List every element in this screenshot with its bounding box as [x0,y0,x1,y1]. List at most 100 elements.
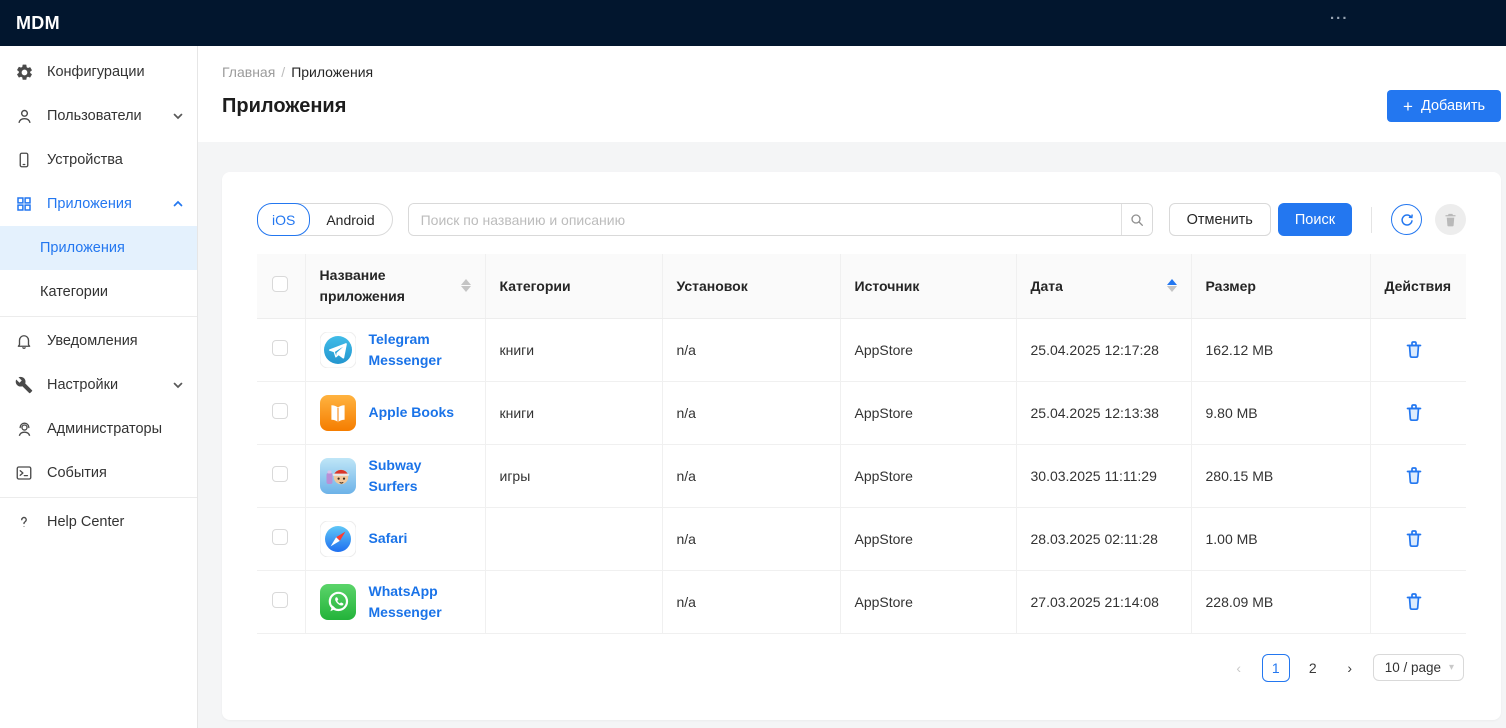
sidebar-subitem-label: Приложения [40,240,125,256]
page-number-1[interactable]: 1 [1262,654,1290,682]
column-header-source: Источник [840,254,1016,318]
sidebar-item-applications[interactable]: Приложения [0,182,197,226]
app-name-link[interactable]: Telegram Messenger [369,329,471,371]
cell-installs: n/a [662,570,840,633]
cell-source: AppStore [840,507,1016,570]
cell-category: книги [485,381,662,444]
sidebar-divider [0,497,197,498]
breadcrumb: Главная/Приложения [222,64,1501,80]
column-header-label: Название приложения [320,265,430,306]
column-header-date[interactable]: Дата [1016,254,1191,318]
table-row: Apple Books книги n/a AppStore 25.04.202… [257,381,1466,444]
sidebar-item-devices[interactable]: Устройства [0,138,197,182]
sidebar-item-notifications[interactable]: Уведомления [0,319,197,363]
sidebar-item-label: Настройки [47,377,171,393]
column-header-installs: Установок [662,254,840,318]
cell-source: AppStore [840,381,1016,444]
cell-size: 280.15 MB [1191,444,1370,507]
cell-source: AppStore [840,444,1016,507]
sidebar-subitem-categories[interactable]: Категории [0,270,197,314]
select-all-header [257,254,305,318]
sort-icons[interactable] [461,279,471,292]
sidebar-item-label: Устройства [47,152,185,168]
support-agent-icon [14,419,34,439]
column-header-size: Размер [1191,254,1370,318]
cell-category [485,507,662,570]
sidebar-divider [0,316,197,317]
page-size-select[interactable]: 10 / page ▾ [1373,654,1464,681]
page-number-2[interactable]: 2 [1299,654,1327,682]
column-header-label: Действия [1385,278,1452,294]
page-header: Главная/Приложения Приложения + Добавить [198,46,1506,142]
delete-row-icon[interactable] [1401,462,1427,488]
column-header-category: Категории [485,254,662,318]
delete-row-icon[interactable] [1401,525,1427,551]
sidebar-item-label: Уведомления [47,333,185,349]
sidebar-item-help-center[interactable]: Help Center [0,500,197,544]
sidebar-item-administrators[interactable]: Администраторы [0,407,197,451]
cell-source: AppStore [840,318,1016,381]
chevron-down-icon [171,109,185,123]
search-button[interactable]: Поиск [1278,203,1352,236]
app-name-link[interactable]: Subway Surfers [369,455,471,497]
tab-android[interactable]: Android [309,204,391,235]
breadcrumb-home[interactable]: Главная [222,64,275,80]
cell-installs: n/a [662,444,840,507]
search-group [408,203,1153,236]
column-header-actions: Действия [1370,254,1466,318]
app-logo: MDM [16,13,60,34]
row-checkbox[interactable] [272,529,288,545]
cell-size: 162.12 MB [1191,318,1370,381]
gear-icon [14,62,34,82]
sidebar-subitem-applications[interactable]: Приложения [0,226,197,270]
whatsapp-app-icon [320,584,356,620]
row-checkbox[interactable] [272,592,288,608]
table-row: Safari n/a AppStore 28.03.2025 02:11:28 … [257,507,1466,570]
terminal-icon [14,463,34,483]
prev-page-icon[interactable]: ‹ [1225,654,1253,682]
delete-row-icon[interactable] [1401,588,1427,614]
search-icon[interactable] [1121,204,1152,235]
add-button[interactable]: + Добавить [1387,90,1501,122]
row-checkbox[interactable] [272,340,288,356]
telegram-app-icon [320,332,356,368]
tab-ios[interactable]: iOS [257,203,310,236]
cell-installs: n/a [662,381,840,444]
sort-icons[interactable] [1167,279,1177,292]
question-icon [14,512,34,532]
chevron-down-icon [171,378,185,392]
refresh-icon[interactable] [1391,204,1422,235]
sidebar-item-settings[interactable]: Настройки [0,363,197,407]
applications-table: Название приложения Категории Установок … [257,254,1466,634]
app-name-link[interactable]: Apple Books [369,402,455,423]
app-name-link[interactable]: WhatsApp Messenger [369,581,471,623]
sidebar-item-configurations[interactable]: Конфигурации [0,50,197,94]
chevron-up-icon [171,197,185,211]
sort-asc-icon [1167,279,1177,285]
app-name-link[interactable]: Safari [369,528,408,549]
row-checkbox[interactable] [272,466,288,482]
sidebar-item-events[interactable]: События [0,451,197,495]
column-header-label: Категории [500,278,571,294]
cell-installs: n/a [662,318,840,381]
cell-category [485,570,662,633]
cancel-button[interactable]: Отменить [1169,203,1271,236]
table-row: Telegram Messenger книги n/a AppStore 25… [257,318,1466,381]
sort-desc-icon [461,286,471,292]
search-input[interactable] [409,204,1121,235]
overflow-menu-icon[interactable]: ... [1330,6,1349,23]
toolbar-divider [1371,207,1372,233]
cell-date: 27.03.2025 21:14:08 [1016,570,1191,633]
bell-icon [14,331,34,351]
plus-icon: + [1403,98,1413,115]
sidebar-item-users[interactable]: Пользователи [0,94,197,138]
cell-date: 25.04.2025 12:13:38 [1016,381,1191,444]
delete-row-icon[interactable] [1401,399,1427,425]
next-page-icon[interactable]: › [1336,654,1364,682]
platform-segmented-control: iOS Android [257,203,393,236]
select-all-checkbox[interactable] [272,276,288,292]
delete-row-icon[interactable] [1401,336,1427,362]
column-header-name[interactable]: Название приложения [305,254,485,318]
row-checkbox[interactable] [272,403,288,419]
grid-icon [14,194,34,214]
